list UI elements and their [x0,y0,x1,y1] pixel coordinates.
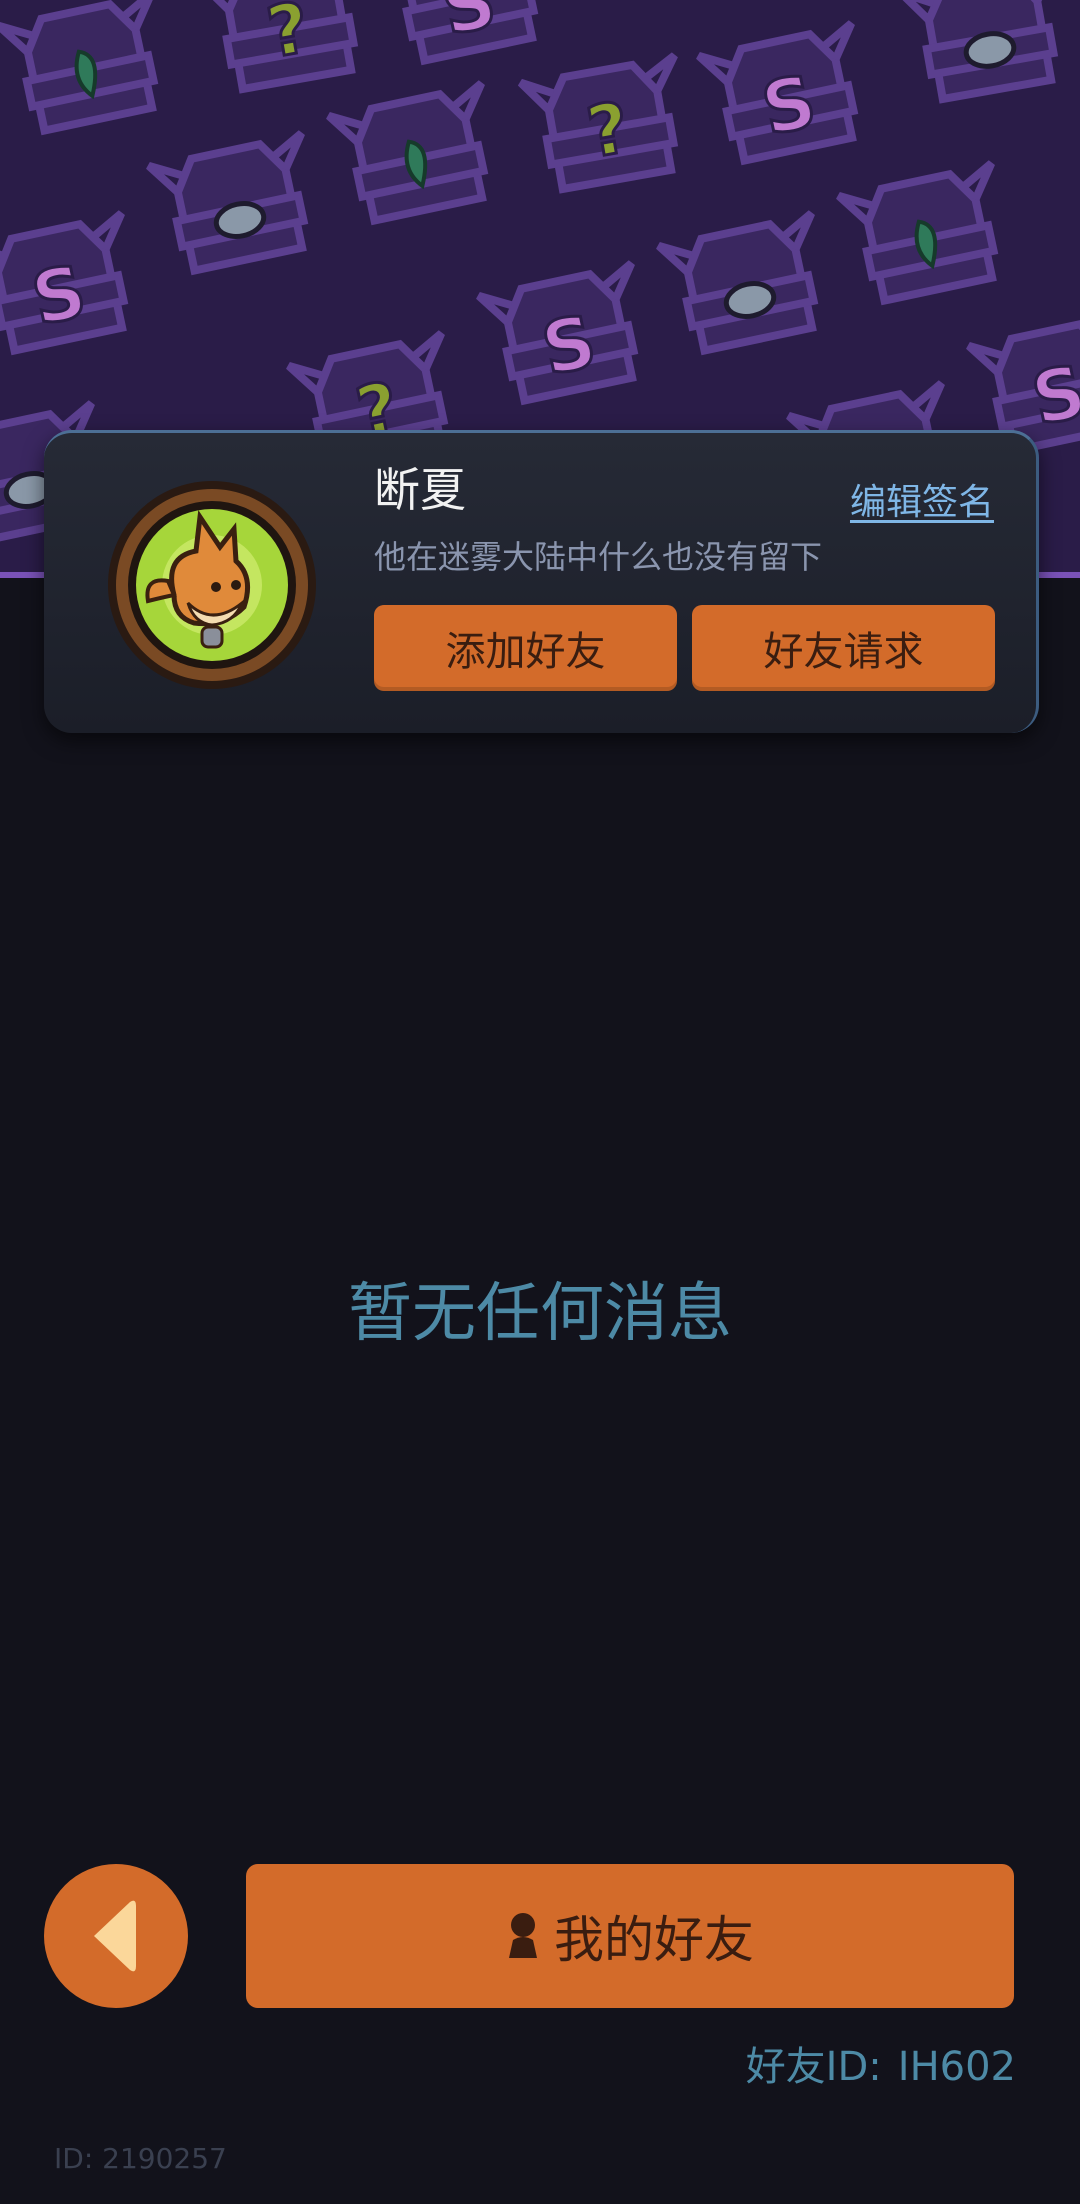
friend-id-value: IH602 [897,2044,1016,2090]
empty-message: 暂无任何消息 [348,1277,732,1351]
username: 断夏 [374,463,466,517]
friends-screen: ? S ? S S S ? S 断夏 编辑签名 他在迷雾大陆中什么也没有留下 添… [0,0,1080,2204]
my-friends-button[interactable]: 我的好友 [246,1864,1014,2008]
friend-requests-button[interactable]: 好友请求 [692,605,995,691]
user-id: ID: 2190257 [54,2142,227,2175]
profile-card: 断夏 编辑签名 他在迷雾大陆中什么也没有留下 添加好友 好友请求 [44,430,1039,733]
signature-text: 他在迷雾大陆中什么也没有留下 [374,538,823,576]
back-button[interactable] [44,1864,188,2008]
friend-id-label: 好友ID: [745,2044,882,2090]
fox-avatar-icon[interactable] [104,477,320,693]
my-friends-label: 我的好友 [554,1911,754,1969]
back-arrow-icon [94,1900,136,1972]
friend-id: 好友ID: IH602 [746,2034,1016,2092]
add-friend-button[interactable]: 添加好友 [374,605,677,691]
person-icon [509,1913,537,1958]
edit-signature-link[interactable]: 编辑签名 [850,473,994,525]
